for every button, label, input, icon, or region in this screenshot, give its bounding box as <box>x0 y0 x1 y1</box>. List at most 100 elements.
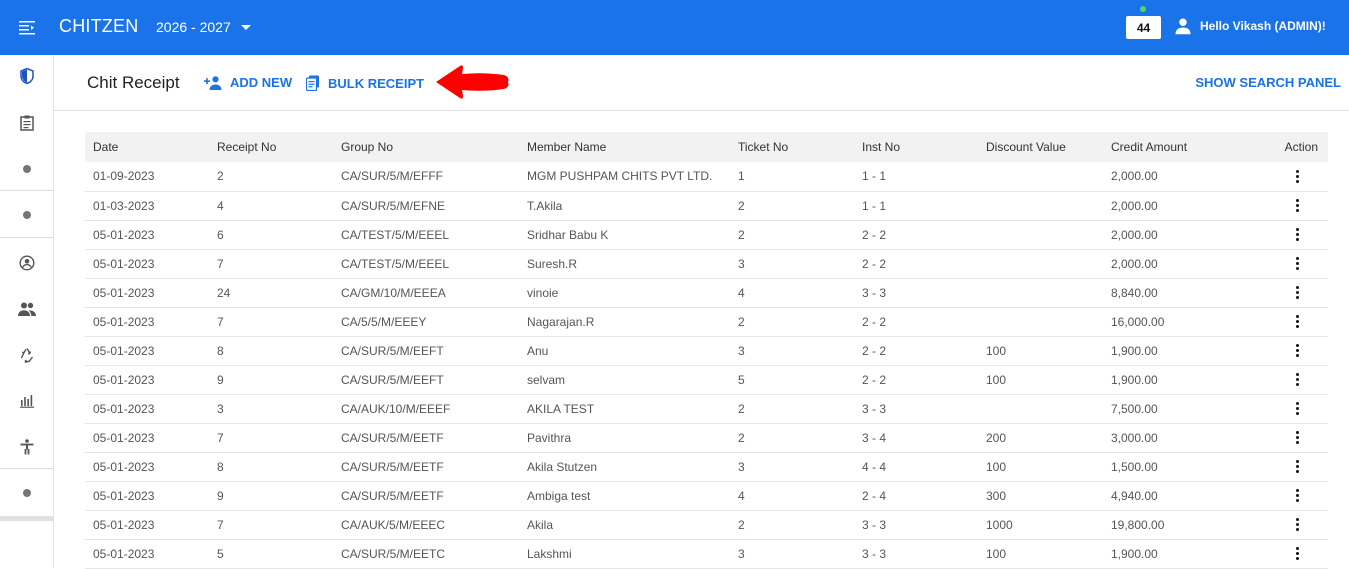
cell-date: 05-01-2023 <box>93 256 155 271</box>
document-copy-icon <box>306 75 319 91</box>
more-vert-icon[interactable] <box>1292 517 1302 533</box>
cell-action <box>1253 162 1328 191</box>
caret-down-icon <box>240 24 251 30</box>
sidebar-item-menu-1[interactable] <box>0 155 53 183</box>
sidebar-divider <box>0 237 53 238</box>
cell-inst-no: 3 - 3 <box>862 285 887 300</box>
cell-member-name: Sridhar Babu K <box>527 227 609 242</box>
more-vert-icon[interactable] <box>1292 198 1302 214</box>
column-header-ticket-no: Ticket No <box>738 140 789 154</box>
more-vert-icon[interactable] <box>1292 401 1302 417</box>
column-header-receipt-no: Receipt No <box>217 140 277 154</box>
cell-discount-value: 1000 <box>986 517 1013 532</box>
cell-action <box>1253 191 1328 220</box>
cell-action <box>1253 307 1328 336</box>
sidebar-item-recycle[interactable] <box>0 341 53 369</box>
cell-inst-no: 4 - 4 <box>862 459 887 474</box>
year-selector[interactable]: 2026 - 2027 <box>156 19 251 35</box>
sidebar-item-accessibility[interactable] <box>0 433 53 461</box>
sidebar-item-security[interactable] <box>0 62 53 90</box>
cell-receipt-no: 9 <box>217 372 224 387</box>
cell-group-no: CA/SUR/5/M/EFNE <box>341 198 446 213</box>
cell-inst-no: 1 - 1 <box>862 198 887 213</box>
more-vert-icon[interactable] <box>1292 285 1302 301</box>
show-search-panel-button[interactable]: SHOW SEARCH PANEL <box>1195 75 1341 90</box>
cell-discount-value: 300 <box>986 488 1007 503</box>
cell-action <box>1253 423 1328 452</box>
cell-credit-amount: 1,900.00 <box>1111 546 1158 561</box>
sidebar-item-menu-3[interactable] <box>0 479 53 507</box>
notification-badge-wrap[interactable]: 44 <box>1126 6 1161 39</box>
user-menu[interactable]: Hello Vikash (ADMIN)! <box>1174 17 1326 35</box>
more-vert-icon[interactable] <box>1292 314 1302 330</box>
more-vert-icon[interactable] <box>1292 343 1302 359</box>
cell-member-name: Akila <box>527 517 554 532</box>
more-vert-icon[interactable] <box>1292 546 1302 562</box>
cell-member-name: Nagarajan.R <box>527 314 595 329</box>
cell-member-name: vinoie <box>527 285 559 300</box>
recycle-icon <box>20 348 33 363</box>
cell-member-name: Lakshmi <box>527 546 572 561</box>
cell-receipt-no: 6 <box>217 227 224 242</box>
table-row: 01-03-2023 4 CA/SUR/5/M/EFNE T.Akila 2 1 - 1 2… <box>85 191 1328 220</box>
sidebar <box>0 55 54 568</box>
cell-receipt-no: 7 <box>217 314 224 329</box>
cell-action <box>1253 336 1328 365</box>
cell-inst-no: 3 - 4 <box>862 430 887 445</box>
cell-action <box>1253 481 1328 510</box>
cell-discount-value <box>978 162 1103 191</box>
notification-count-badge[interactable]: 44 <box>1126 16 1161 39</box>
more-vert-icon[interactable] <box>1292 256 1302 272</box>
cell-discount-value <box>978 191 1103 220</box>
dot-icon <box>22 211 31 219</box>
cell-date: 05-01-2023 <box>93 459 155 474</box>
menu-toggle-button[interactable] <box>0 0 53 55</box>
clipboard-icon <box>19 115 34 131</box>
more-vert-icon[interactable] <box>1292 488 1302 504</box>
cell-discount-value: 100 <box>986 343 1007 358</box>
cell-member-name: Anu <box>527 343 549 358</box>
cell-credit-amount: 1,900.00 <box>1111 372 1158 387</box>
cell-discount-value <box>978 249 1103 278</box>
cell-ticket-no: 2 <box>738 517 745 532</box>
cell-group-no: CA/SUR/5/M/EFFF <box>341 169 444 184</box>
cell-receipt-no: 8 <box>217 459 224 474</box>
more-vert-icon[interactable] <box>1292 430 1302 446</box>
cell-credit-amount: 7,500.00 <box>1111 401 1158 416</box>
more-vert-icon[interactable] <box>1292 227 1302 243</box>
cell-date: 05-01-2023 <box>93 430 155 445</box>
more-vert-icon[interactable] <box>1292 459 1302 475</box>
cell-date: 05-01-2023 <box>93 401 155 416</box>
sidebar-item-receipts[interactable] <box>0 109 53 137</box>
cell-ticket-no: 2 <box>738 430 745 445</box>
cell-credit-amount: 2,000.00 <box>1111 227 1158 242</box>
cell-discount-value <box>978 394 1103 423</box>
sidebar-item-account[interactable] <box>0 249 53 277</box>
cell-group-no: CA/SUR/5/M/EETF <box>341 459 444 474</box>
table-row: 05-01-2023 6 CA/TEST/5/M/EEEL Sridhar Babu … <box>85 220 1328 249</box>
sidebar-item-menu-2[interactable] <box>0 201 53 229</box>
cell-group-no: CA/AUK/10/M/EEEF <box>341 401 451 416</box>
page-header: Chit Receipt ADD NEW BULK RECEIPT SHOW S… <box>54 55 1349 111</box>
cell-ticket-no: 3 <box>738 459 745 474</box>
more-vert-icon[interactable] <box>1292 372 1302 388</box>
cell-member-name: AKILA TEST <box>527 401 595 416</box>
table-row: 05-01-2023 3 CA/AUK/10/M/EEEF AKILA TEST 2 3 … <box>85 394 1328 423</box>
cell-action <box>1253 394 1328 423</box>
more-vert-icon[interactable] <box>1292 168 1302 184</box>
cell-ticket-no: 4 <box>738 285 745 300</box>
sidebar-divider <box>0 468 53 469</box>
bar-chart-icon <box>19 395 34 408</box>
add-new-button[interactable]: ADD NEW <box>204 75 292 90</box>
cell-date: 05-01-2023 <box>93 314 155 329</box>
page-title: Chit Receipt <box>87 73 180 92</box>
cell-date: 05-01-2023 <box>93 372 155 387</box>
bulk-receipt-button[interactable]: BULK RECEIPT <box>306 75 424 91</box>
sidebar-item-members[interactable] <box>0 295 53 323</box>
cell-receipt-no: 4 <box>217 198 224 213</box>
cell-member-name: Suresh.R <box>527 256 578 271</box>
cell-member-name: T.Akila <box>527 198 563 213</box>
person-icon <box>1175 18 1191 35</box>
sidebar-item-reports[interactable] <box>0 387 53 415</box>
table-row: 05-01-2023 7 CA/AUK/5/M/EEEC Akila 2 3 - 3 100… <box>85 510 1328 539</box>
